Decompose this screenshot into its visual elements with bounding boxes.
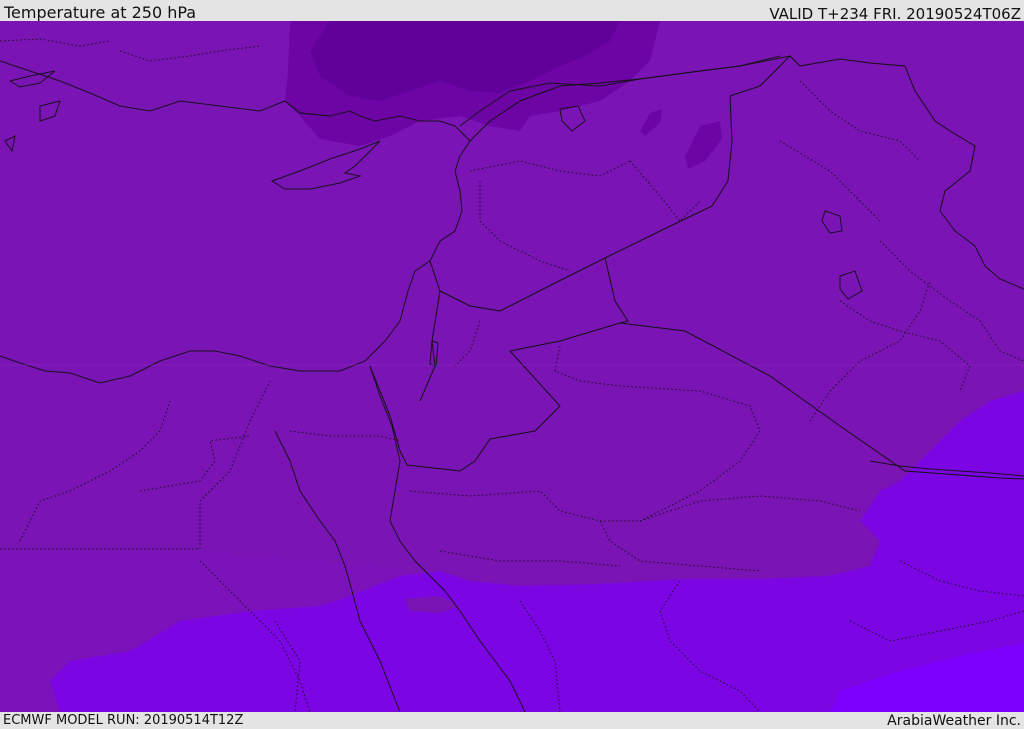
page: Temperature at 250 hPa VALID T+234 FRI. … <box>0 0 1024 729</box>
model-run-label: ECMWF MODEL RUN: 20190514T12Z <box>3 713 244 728</box>
footer-bar: ECMWF MODEL RUN: 20190514T12Z ArabiaWeat… <box>0 712 1024 729</box>
header-bar: Temperature at 250 hPa VALID T+234 FRI. … <box>0 0 1024 23</box>
map-title: Temperature at 250 hPa <box>4 3 197 22</box>
map-canvas <box>0 21 1024 712</box>
credit-label: ArabiaWeather Inc. <box>887 713 1021 729</box>
weather-map[interactable] <box>0 21 1024 712</box>
